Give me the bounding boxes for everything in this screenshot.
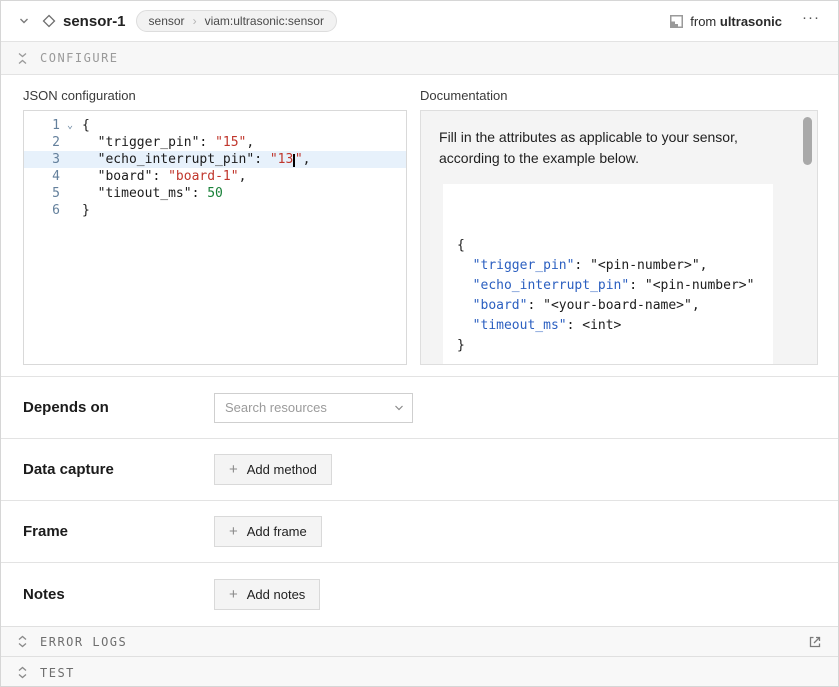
- component-card: sensor-1 sensor › viam:ultrasonic:sensor…: [0, 0, 839, 687]
- code-text: "echo_interrupt_pin": "13",: [80, 151, 311, 168]
- doc-code-line: "trigger_pin": "<pin-number>",: [457, 256, 773, 276]
- line-number: 3: [24, 151, 60, 168]
- depends-on-select[interactable]: [214, 393, 413, 423]
- expand-section-icon: [17, 635, 28, 648]
- doc-code-lines: { "trigger_pin": "<pin-number>", "echo_i…: [457, 236, 773, 356]
- from-module-text: from ultrasonic: [690, 14, 782, 29]
- json-configuration-label: JSON configuration: [23, 88, 407, 103]
- plus-icon: +: [229, 589, 238, 600]
- fold-chevron-icon: [60, 185, 80, 202]
- component-diamond-icon: [39, 11, 59, 31]
- add-method-button[interactable]: + Add method: [214, 454, 332, 485]
- fold-chevron-icon: [60, 168, 80, 185]
- badge-model: viam:ultrasonic:sensor: [205, 14, 324, 28]
- doc-vertical-scrollbar[interactable]: [803, 117, 812, 165]
- editor-line[interactable]: 5 "timeout_ms": 50: [24, 185, 406, 202]
- frame-label: Frame: [23, 523, 214, 540]
- depends-on-row: Depends on: [1, 376, 838, 438]
- badge-type: sensor: [149, 14, 185, 28]
- plus-icon: +: [229, 464, 238, 475]
- configure-section-label: CONFIGURE: [40, 51, 119, 65]
- configure-section-bar[interactable]: CONFIGURE: [1, 42, 838, 75]
- line-number: 6: [24, 202, 60, 219]
- frame-row: Frame + Add frame: [1, 500, 838, 562]
- code-text: "trigger_pin": "15",: [80, 134, 254, 151]
- add-frame-button[interactable]: + Add frame: [214, 516, 322, 547]
- code-text: {: [80, 117, 90, 134]
- component-header: sensor-1 sensor › viam:ultrasonic:sensor…: [1, 1, 838, 42]
- depends-on-label: Depends on: [23, 399, 214, 416]
- data-capture-label: Data capture: [23, 461, 214, 478]
- doc-code-line: "board": "<your-board-name>",: [457, 296, 773, 316]
- data-capture-row: Data capture + Add method: [1, 438, 838, 500]
- doc-vertical-scrollbar-track: [803, 114, 814, 360]
- editor-line[interactable]: 4 "board": "board-1",: [24, 168, 406, 185]
- doc-code-line: "timeout_ms": <int>: [457, 316, 773, 336]
- editor-line[interactable]: 1⌄{: [24, 117, 406, 134]
- expand-section-icon: [17, 666, 28, 679]
- component-name: sensor-1: [63, 13, 126, 30]
- line-number: 5: [24, 185, 60, 202]
- fold-chevron-icon: [60, 202, 80, 219]
- fold-chevron-icon: [60, 151, 80, 168]
- documentation-code-example: { "trigger_pin": "<pin-number>", "echo_i…: [443, 184, 773, 365]
- fold-chevron-icon[interactable]: ⌄: [60, 117, 80, 134]
- test-section-label: TEST: [40, 666, 75, 680]
- external-link-icon[interactable]: [808, 635, 822, 649]
- notes-label: Notes: [23, 586, 214, 603]
- line-number: 2: [24, 134, 60, 151]
- editor-line[interactable]: 6}: [24, 202, 406, 219]
- notes-row: Notes + Add notes: [1, 562, 838, 626]
- doc-code-line: {: [457, 236, 773, 256]
- error-logs-section-label: ERROR LOGS: [40, 635, 127, 649]
- documentation-label: Documentation: [420, 88, 818, 103]
- json-code-editor[interactable]: 1⌄{2 "trigger_pin": "15",3 "echo_interru…: [23, 110, 407, 365]
- test-section-bar[interactable]: TEST: [1, 656, 838, 687]
- editor-line[interactable]: 3 "echo_interrupt_pin": "13",: [24, 151, 406, 168]
- chevron-right-icon: ›: [193, 14, 197, 28]
- component-type-badge: sensor › viam:ultrasonic:sensor: [136, 10, 337, 32]
- collapse-section-icon: [17, 52, 28, 65]
- error-logs-section-bar[interactable]: ERROR LOGS: [1, 626, 838, 656]
- add-notes-button[interactable]: + Add notes: [214, 579, 320, 610]
- doc-code-line: "echo_interrupt_pin": "<pin-number>": [457, 276, 773, 296]
- editor-line[interactable]: 2 "trigger_pin": "15",: [24, 134, 406, 151]
- doc-code-line: }: [457, 336, 773, 356]
- line-number: 4: [24, 168, 60, 185]
- module-icon: [670, 15, 683, 28]
- line-number: 1: [24, 117, 60, 134]
- code-text: }: [80, 202, 90, 219]
- code-text: "timeout_ms": 50: [80, 185, 223, 202]
- fold-chevron-icon: [60, 134, 80, 151]
- collapse-chevron-icon[interactable]: [15, 12, 33, 30]
- configure-content: JSON configuration 1⌄{2 "trigger_pin": "…: [1, 75, 838, 376]
- plus-icon: +: [229, 526, 238, 537]
- search-resources-input[interactable]: [214, 393, 413, 423]
- code-text: "board": "board-1",: [80, 168, 246, 185]
- documentation-panel: Fill in the attributes as applicable to …: [420, 110, 818, 365]
- from-module-link[interactable]: from ultrasonic: [670, 14, 782, 29]
- overflow-menu-button[interactable]: ···: [792, 13, 824, 29]
- documentation-intro: Fill in the attributes as applicable to …: [439, 127, 791, 169]
- json-editor-lines: 1⌄{2 "trigger_pin": "15",3 "echo_interru…: [24, 117, 406, 219]
